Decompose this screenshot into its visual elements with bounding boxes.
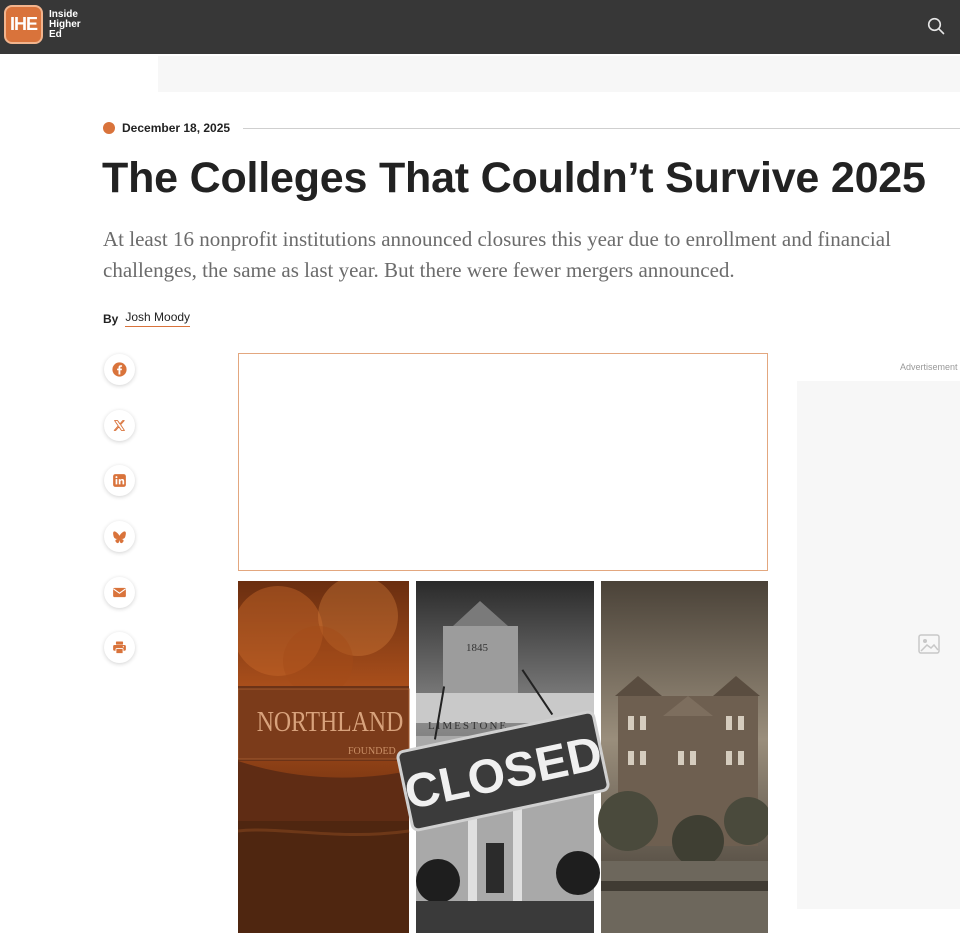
- email-icon: [113, 587, 126, 598]
- logo-mark: IHE: [4, 5, 43, 44]
- article-headline: The Colleges That Couldn’t Survive 2025: [102, 154, 926, 202]
- share-email-button[interactable]: [104, 577, 135, 608]
- share-bluesky-button[interactable]: [104, 521, 135, 552]
- share-linkedin-button[interactable]: [104, 465, 135, 496]
- logo-wordmark: Inside Higher Ed: [49, 8, 81, 40]
- date-dot: [103, 122, 115, 134]
- bluesky-icon: [113, 531, 126, 544]
- article-dek: At least 16 nonprofit institutions annou…: [103, 227, 891, 282]
- facebook-icon: [112, 362, 127, 377]
- divider: [243, 127, 960, 129]
- image-placeholder-icon: [918, 634, 940, 654]
- advertisement-label: Advertisement: [900, 362, 958, 372]
- hero-panel-northland: NORTHLAND FOUNDED: [238, 581, 410, 933]
- share-x-button[interactable]: [104, 410, 135, 441]
- hero-panel-brick-building: [598, 581, 768, 933]
- dateline: December 18, 2025: [103, 120, 960, 136]
- share-facebook-button[interactable]: [104, 354, 135, 385]
- print-icon: [113, 641, 126, 654]
- author-link[interactable]: Josh Moody: [125, 310, 191, 327]
- site-logo[interactable]: IHE Inside Higher Ed: [4, 5, 81, 44]
- northland-sign-text: NORTHLAND: [257, 706, 404, 737]
- founded-text: FOUNDED: [348, 746, 396, 757]
- site-header: IHE Inside Higher Ed: [0, 0, 960, 54]
- byline: By Josh Moody: [103, 310, 191, 327]
- search-icon: [927, 17, 945, 35]
- inline-ad-slot: [238, 353, 768, 571]
- building-year: 1845: [466, 642, 489, 654]
- byline-label: By: [103, 311, 119, 326]
- hero-image: NORTHLAND FOUNDED 1845 LIMESTONE CLOSED: [238, 581, 768, 933]
- print-button[interactable]: [104, 632, 135, 663]
- linkedin-icon: [113, 474, 126, 487]
- top-ad-slot: [158, 56, 960, 92]
- search-button[interactable]: [924, 14, 948, 38]
- publish-date: December 18, 2025: [122, 121, 231, 135]
- x-icon: [113, 420, 125, 431]
